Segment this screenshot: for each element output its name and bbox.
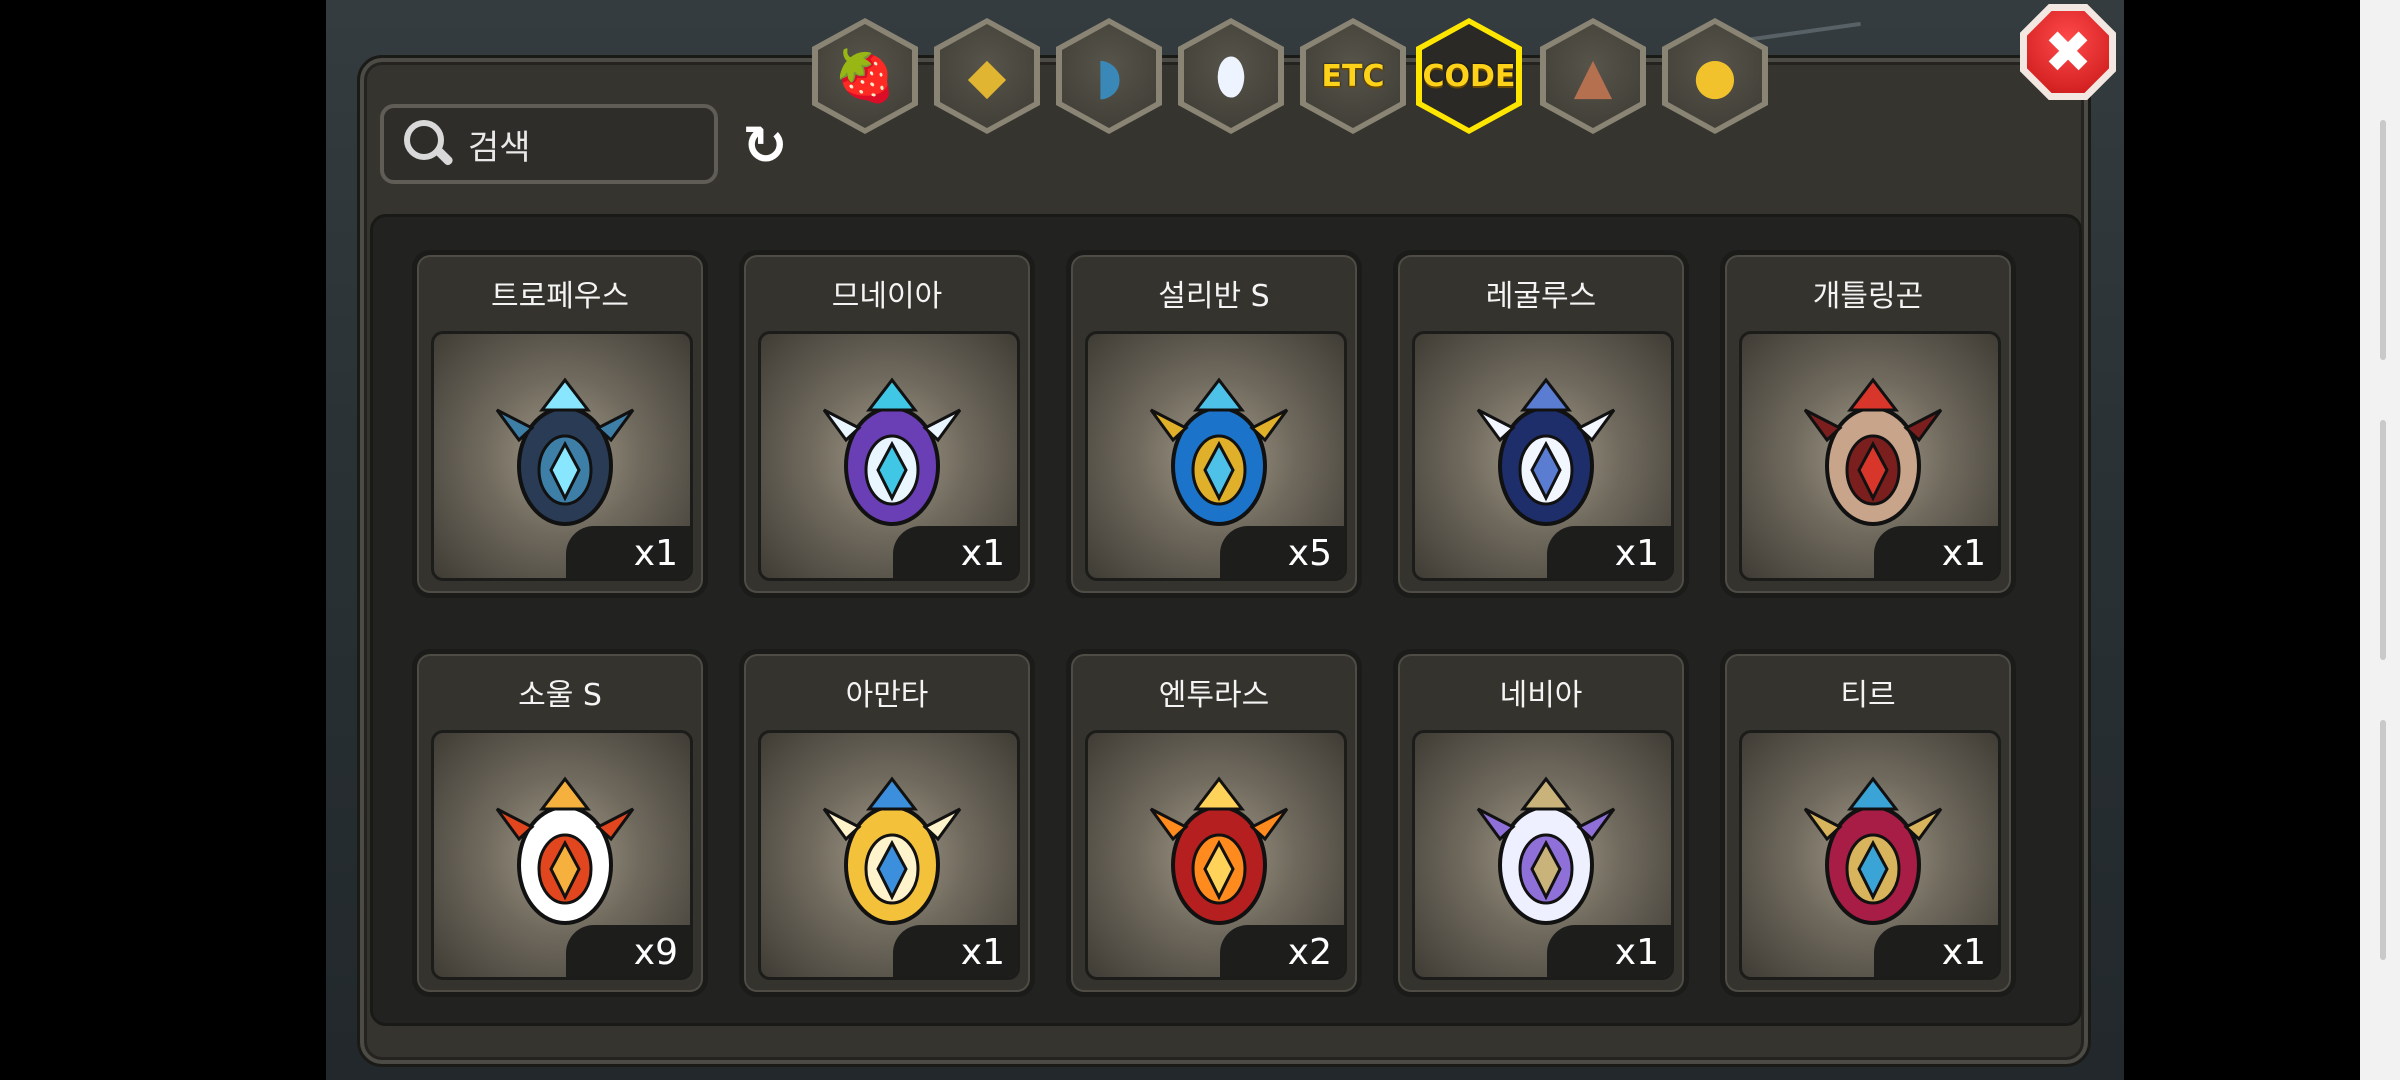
cat-mask-icon: ● [1693,47,1737,105]
item-name: 티르 [1840,678,1896,713]
mech-egg-icon [1803,377,1943,526]
item-card[interactable]: 트로페우스 x1 [412,250,708,598]
item-image-frame: x1 [431,331,693,581]
flame-wing-egg-icon [495,776,635,925]
egg-tab-face: ⬮ [1184,24,1278,128]
item-image-frame: x9 [431,730,693,980]
fire-egg-icon [1149,776,1289,925]
egg-icon: ⬮ [1215,47,1247,105]
blue-tab-face: ◗ [1062,24,1156,128]
item-name: 트로페우스 [491,279,629,314]
item-name: 소울 S [518,678,602,713]
dark-spiked-egg-icon [495,377,635,526]
item-name: 아만타 [845,678,929,713]
item-name: 네비아 [1499,678,1583,713]
item-image-frame: x2 [1085,730,1347,980]
gold-tab-face: ◆ [940,24,1034,128]
item-card[interactable]: 네비아 x1 [1393,649,1689,997]
item-card[interactable]: 레굴루스 x1 [1393,250,1689,598]
diamond-egg-icon [1476,377,1616,526]
fruit-tab-face: 🍓 [818,24,912,128]
search-icon [398,114,458,174]
mask-tab-face: ● [1668,24,1762,128]
peacock-egg-icon [1149,377,1289,526]
item-quantity: x1 [1874,526,1998,578]
item-quantity: x1 [893,925,1017,977]
item-image-frame: x1 [758,730,1020,980]
red-fruit-icon: 🍓 [833,47,897,105]
item-quantity: x1 [893,526,1017,578]
item-image-frame: x1 [1412,331,1674,581]
item-quantity: x9 [566,925,690,977]
search-box[interactable]: 검색 [380,104,718,184]
item-image-frame: x1 [1412,730,1674,980]
item-quantity: x5 [1220,526,1344,578]
blue-scale-icon: ◗ [1095,47,1123,105]
wolf-icon: ▲ [1573,47,1613,105]
item-image-frame: x5 [1085,331,1347,581]
item-quantity: x1 [1874,925,1998,977]
etc-tab-label: ETC [1321,58,1385,94]
item-name: 엔투라스 [1158,678,1270,713]
item-card[interactable]: 개틀링곤 x1 [1720,250,2016,598]
item-image-frame: x1 [758,331,1020,581]
golden-crest-egg-icon [822,776,962,925]
beast-tab-face: ▲ [1546,24,1640,128]
item-card[interactable]: 티르 x1 [1720,649,2016,997]
item-name: 개틀링곤 [1812,279,1924,314]
side-bar-segment [2380,720,2386,960]
crimson-horn-egg-icon [1803,776,1943,925]
item-card[interactable]: 설리반 S x5 [1066,250,1362,598]
item-card[interactable]: 므네이아 x1 [739,250,1035,598]
etc-tab-face: ETC [1306,24,1400,128]
close-icon: ✖ [2027,11,2109,93]
item-card[interactable]: 아만타 x1 [739,649,1035,997]
item-quantity: x1 [1547,925,1671,977]
item-card[interactable]: 엔투라스 x2 [1066,649,1362,997]
item-quantity: x1 [566,526,690,578]
witch-hat-egg-icon [822,377,962,526]
code-tab-label: CODE [1422,58,1516,94]
item-image-frame: x1 [1739,730,2001,980]
item-quantity: x2 [1220,925,1344,977]
winged-pearl-egg-icon [1476,776,1616,925]
refresh-icon[interactable]: ↻ [732,112,798,178]
search-placeholder: 검색 [468,127,531,168]
item-name: 설리반 S [1158,279,1270,314]
item-image-frame: x1 [1739,331,2001,581]
side-bar-segment [2380,420,2386,660]
item-name: 레굴루스 [1485,279,1597,314]
system-side-bar [2360,0,2400,1080]
item-card[interactable]: 소울 S x9 [412,649,708,997]
item-name: 므네이아 [831,279,943,314]
gold-nugget-icon: ◆ [967,47,1007,105]
code-tab-face: CODE [1422,24,1516,128]
side-bar-segment [2380,120,2386,360]
item-quantity: x1 [1547,526,1671,578]
